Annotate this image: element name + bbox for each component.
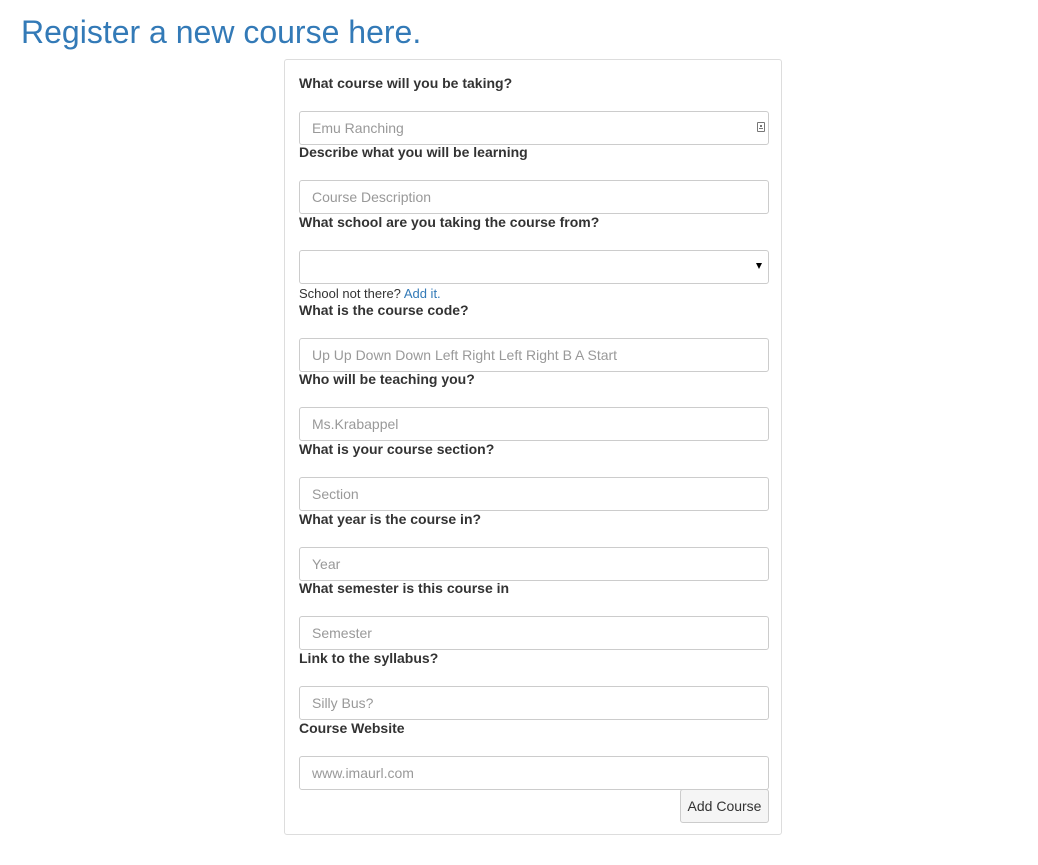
section-label: What is your course section? [299,441,495,457]
year-group: What year is the course in? [299,511,769,581]
year-input[interactable] [299,547,769,581]
course-name-input[interactable] [299,111,769,145]
course-code-group: What is the course code? [299,302,769,372]
add-course-button[interactable]: Add Course [680,789,769,823]
course-description-input[interactable] [299,180,769,214]
section-group: What is your course section? [299,441,769,511]
syllabus-label: Link to the syllabus? [299,650,439,666]
syllabus-input[interactable] [299,686,769,720]
school-help-text: School not there? Add it. [299,286,441,302]
page-title: Register a new course here. [21,14,422,50]
school-group: What school are you taking the course fr… [299,214,769,301]
contact-card-icon[interactable] [757,122,765,132]
semester-label: What semester is this course in [299,580,510,596]
school-label: What school are you taking the course fr… [299,214,600,230]
instructor-input[interactable] [299,407,769,441]
course-name-group: What course will you be taking? [299,75,769,145]
semester-group: What semester is this course in [299,580,769,650]
course-description-group: Describe what you will be learning [299,144,769,214]
instructor-label: Who will be teaching you? [299,371,475,387]
course-code-input[interactable] [299,338,769,372]
website-label: Course Website [299,720,405,736]
website-group: Course Website [299,720,769,790]
course-description-label: Describe what you will be learning [299,144,528,160]
add-school-link[interactable]: Add it. [404,286,441,301]
semester-input[interactable] [299,616,769,650]
school-missing-text: School not there? [299,286,401,301]
school-select[interactable] [299,250,769,284]
course-code-label: What is the course code? [299,302,469,318]
section-input[interactable] [299,477,769,511]
instructor-group: Who will be teaching you? [299,371,769,441]
year-label: What year is the course in? [299,511,482,527]
course-name-label: What course will you be taking? [299,75,513,91]
chevron-down-icon [756,263,762,269]
course-form-panel: What course will you be taking? Describe… [284,59,782,835]
website-input[interactable] [299,756,769,790]
syllabus-group: Link to the syllabus? [299,650,769,720]
